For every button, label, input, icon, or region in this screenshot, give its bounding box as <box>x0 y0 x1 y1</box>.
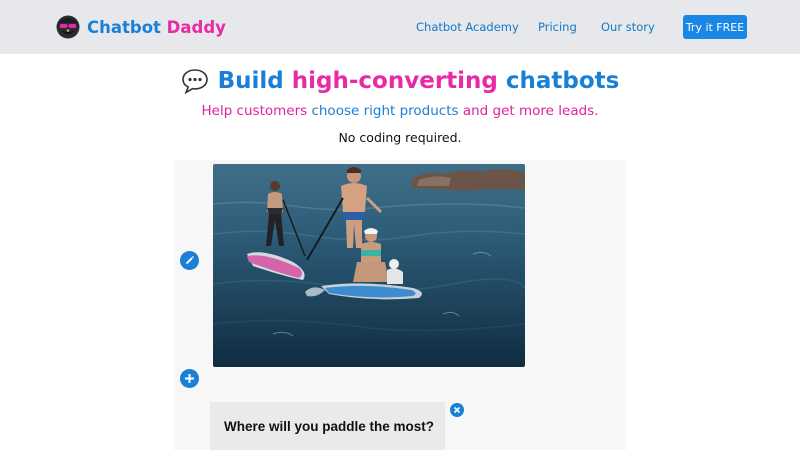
speech-bubble-icon <box>181 69 208 94</box>
logo-word-chatbot: Chatbot <box>87 17 161 37</box>
close-icon <box>453 406 461 414</box>
plus-icon <box>185 374 194 383</box>
bearded-mascot-icon <box>56 15 80 39</box>
add-block-button[interactable] <box>180 369 199 388</box>
hero-subtitle: Help customers choose right products and… <box>0 103 800 119</box>
hero-subtitle-part-3: and get more leads. <box>458 103 599 119</box>
hero-subtitle-part-1: Help customers <box>201 103 312 119</box>
question-text: Where will you paddle the most? <box>224 419 435 434</box>
hero-subtitle-part-2: choose right products <box>311 103 459 119</box>
hero-title: Build high-converting chatbots <box>0 68 800 94</box>
question-message-card[interactable]: Where will you paddle the most? <box>210 402 445 450</box>
nav-link-pricing[interactable]: Pricing <box>538 20 577 34</box>
paddleboarders-photo <box>213 164 525 367</box>
remove-question-button[interactable] <box>450 403 464 417</box>
hero-title-part-2: high-converting <box>291 68 498 94</box>
logo-text: Chatbot Daddy <box>87 18 226 37</box>
hero-note: No coding required. <box>338 130 462 145</box>
logo[interactable]: Chatbot Daddy <box>56 14 226 40</box>
top-navigation-bar: Chatbot Daddy Chatbot Academy Pricing Ou… <box>0 0 800 54</box>
hero-title-part-1: Build <box>217 68 292 94</box>
try-it-free-button[interactable]: Try it FREE <box>683 15 747 39</box>
nav-link-our-story[interactable]: Our story <box>601 20 655 34</box>
pencil-icon <box>186 256 194 264</box>
logo-word-daddy: Daddy <box>166 17 226 37</box>
hero-title-part-3: chatbots <box>497 68 620 94</box>
nav-link-chatbot-academy[interactable]: Chatbot Academy <box>416 20 519 34</box>
edit-block-button[interactable] <box>180 251 199 270</box>
